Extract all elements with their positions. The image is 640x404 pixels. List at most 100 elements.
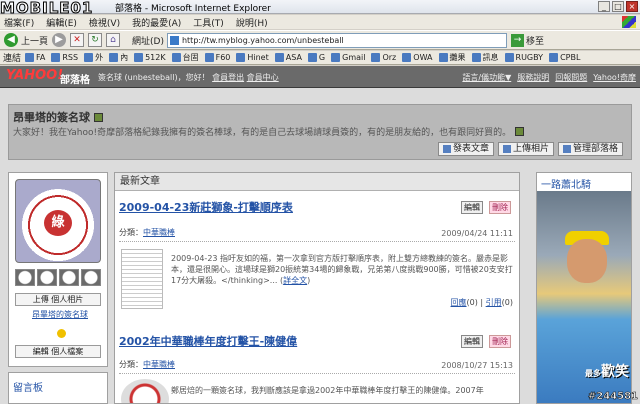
toolbar: ◀ 上一頁 ▶ ✕ ↻ ⌂ 網址(D) http://tw.myblog.yah… [0,30,640,50]
menu-file[interactable]: 檔案(F) [4,16,34,29]
link-label: 訊息 [482,53,499,62]
edit-pencil-icon[interactable] [94,112,103,122]
avatar-thumbnails [15,269,101,286]
refresh-button[interactable]: ↻ [88,32,103,48]
post-article-button[interactable]: 發表文章 [437,142,494,156]
page-content: YAHOO! 部落格 簽名球 (unbesteball)，您好！ 會員登出 會員… [0,66,640,404]
link-item[interactable]: ASA [274,53,302,62]
back-arrow-icon: ◀ [4,33,18,47]
avatar-thumb[interactable] [37,269,57,286]
refresh-icon: ↻ [88,33,103,47]
stop-icon: ✕ [70,33,85,47]
reply-link[interactable]: 回應 [451,298,467,307]
post-thumbnail[interactable] [121,379,169,403]
maximize-button[interactable]: □ [612,1,624,12]
report-link[interactable]: 回報問題 [555,72,587,83]
photo-panel-title[interactable]: 一路蕭北騎 [541,176,591,191]
menu-view[interactable]: 檢視(V) [89,16,120,29]
profile-name-link[interactable]: 昂畢塔的簽名球 [15,309,105,320]
yahoo-logo[interactable]: YAHOO! [6,68,63,83]
edit-pencil-icon[interactable] [515,127,525,136]
link-item[interactable]: OWA [402,53,433,62]
post-category-label: 分類： [119,360,143,369]
link-item[interactable]: CPBL [549,53,580,62]
post-title[interactable]: 2002年中華職棒年度打擊王-陳健偉 [119,333,297,349]
link-item[interactable]: RSS [51,53,78,62]
photo-caption-small: 最多 [585,369,601,378]
stop-button[interactable]: ✕ [70,32,85,48]
photo-face-shape [567,239,607,283]
link-item[interactable]: 台固 [171,52,199,63]
link-item[interactable]: FA [25,53,45,62]
edit-profile-button[interactable]: 編輯 個人檔案 [15,345,101,358]
post-delete-button[interactable]: 刪除 [489,335,511,348]
menu-favorites[interactable]: 我的最愛(A) [132,16,181,29]
post-thumbnail[interactable] [121,249,163,309]
link-item[interactable]: 512K [134,53,166,62]
post-delete-button[interactable]: 刪除 [489,201,511,214]
link-item[interactable]: Hinet [236,53,269,62]
post-divider [119,241,515,242]
link-icon [25,53,35,62]
back-button[interactable]: ◀ 上一頁 [4,32,48,48]
link-icon [438,53,448,62]
yahoo-blog-label[interactable]: 部落格 [60,71,90,86]
forward-button[interactable]: ▶ [52,32,67,48]
link-item[interactable]: 內 [109,52,128,63]
minimize-button[interactable]: _ [598,1,610,12]
home-button[interactable]: ⌂ [106,32,121,48]
link-item[interactable]: 攤果 [438,52,466,63]
upload-profile-photo-button[interactable]: 上傳 個人相片 [15,293,101,306]
menu-edit[interactable]: 編輯(E) [46,16,77,29]
link-item[interactable]: Orz [371,53,396,62]
link-label: Orz [382,53,397,62]
link-icon [84,53,94,62]
photo-caption-text: 歡笑 [601,364,629,380]
post-title[interactable]: 2009-04-23新莊獅象-打擊順序表 [119,199,293,215]
links-bar: 連結 FA RSS 外 內 512K 台固 F60 Hinet ASA G Gm… [0,51,640,65]
go-button[interactable]: → 移至 [510,33,544,47]
member-center-link[interactable]: 會員中心 [247,73,279,82]
guestbook-title[interactable]: 留言板 [13,379,43,394]
post-edit-button[interactable]: 編輯 [461,335,483,348]
post-category-link[interactable]: 中華職棒 [143,228,175,237]
avatar-thumb[interactable] [15,269,35,286]
language-link[interactable]: 語言/儀功能▼ [462,72,511,83]
close-button[interactable]: × [626,1,638,12]
logout-link[interactable]: 會員登出 [212,73,244,82]
link-label: Gmail [342,53,366,62]
help-link[interactable]: 服務說明 [517,72,549,83]
watermark-id: #244581 [587,391,639,403]
post-category-link[interactable]: 中華職棒 [143,360,175,369]
avatar[interactable]: 綠 [15,179,101,263]
link-item[interactable]: F60 [204,53,230,62]
link-item[interactable]: Gmail [331,53,365,62]
link-item[interactable]: 外 [84,52,103,63]
quote-link[interactable]: 引用 [486,298,502,307]
address-input[interactable]: http://tw.myblog.yahoo.com/unbesteball [166,32,507,48]
link-item[interactable]: G [307,53,325,62]
back-label: 上一頁 [21,36,49,47]
link-label: 台固 [182,53,199,62]
cyclist-photo[interactable]: 最多歡笑 [537,191,631,403]
guestbook-panel: 留言板 [8,372,108,404]
post-edit-button[interactable]: 編輯 [461,201,483,214]
avatar-thumb[interactable] [59,269,79,286]
avatar-thumb[interactable] [81,269,101,286]
yahoo-home-link[interactable]: Yahoo!奇摩 [593,72,636,83]
link-label: 外 [95,53,104,62]
smiley-icon [57,329,66,338]
home-icon: ⌂ [106,33,121,47]
post-body: 鄭居焙的一顆簽名球，我判斷應該是拿過2002年中華職棒年度打擊王的陳健偉。200… [171,386,484,395]
post-category: 分類：中華職棒 [119,227,175,238]
read-more-link[interactable]: 詳全文 [283,276,307,285]
menu-tools[interactable]: 工具(T) [193,16,224,29]
link-item[interactable]: RUGBY [504,53,543,62]
main-column: 最新文章 2009-04-23新莊獅象-打擊順序表 編輯 刪除 分類：中華職棒 … [114,172,520,404]
link-item[interactable]: 訊息 [471,52,499,63]
upload-photo-button[interactable]: 上傳相片 [497,142,554,156]
link-icon [331,53,341,62]
quote-count: (0) [501,298,513,307]
manage-blog-button[interactable]: 管理部落格 [557,142,623,156]
menu-help[interactable]: 說明(H) [236,16,268,29]
